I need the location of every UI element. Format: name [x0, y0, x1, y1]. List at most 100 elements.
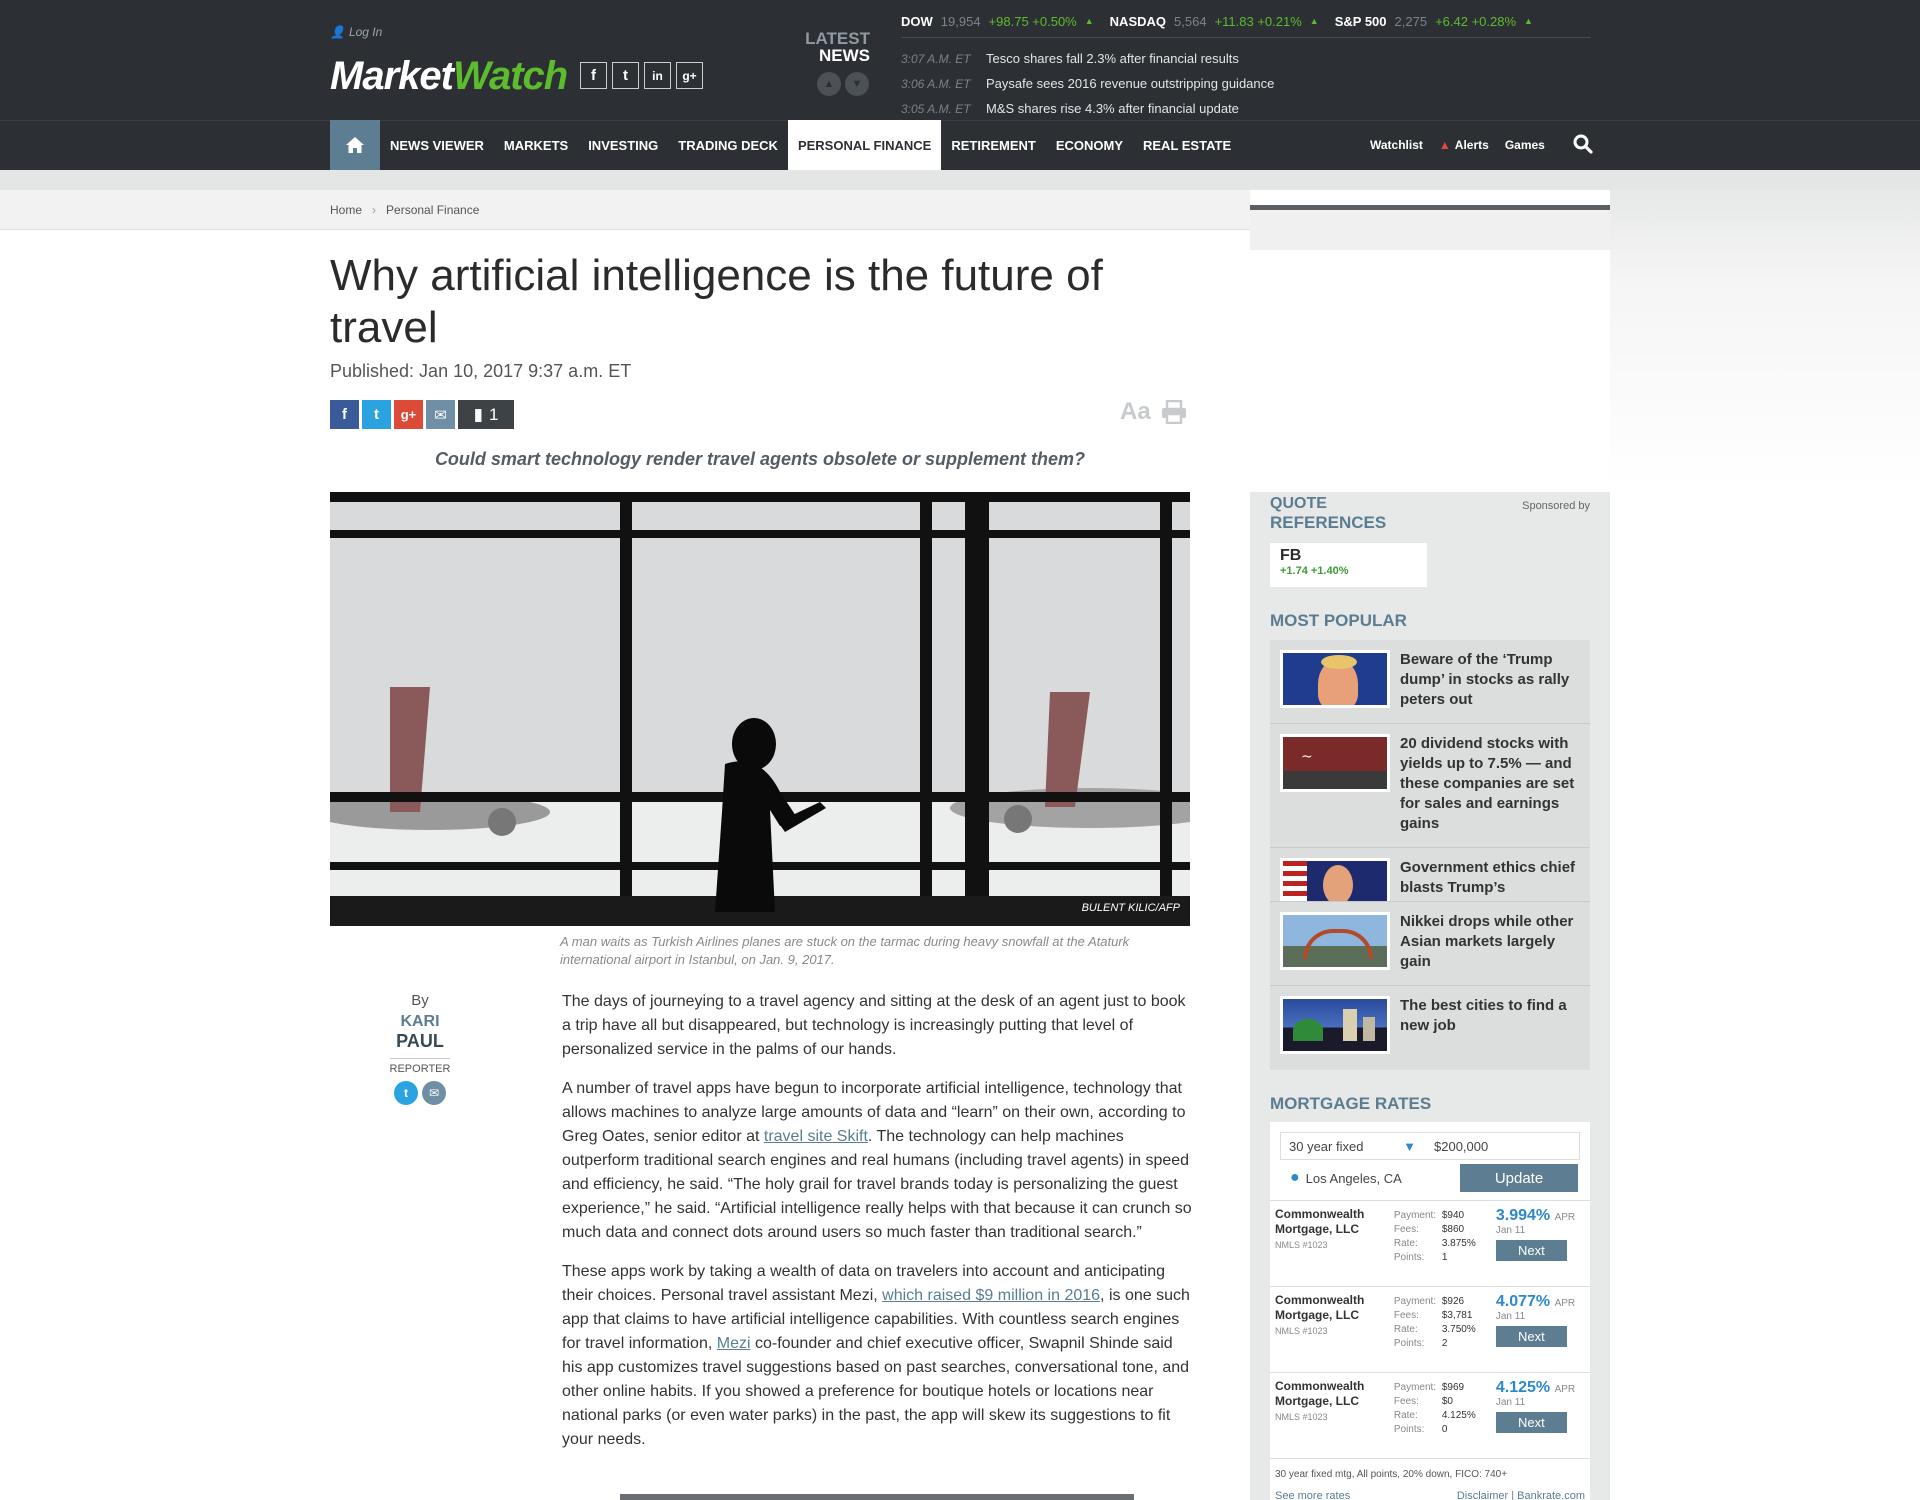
airport-photo [330, 492, 1190, 926]
twitter-share-icon[interactable]: t [362, 400, 391, 429]
next-button[interactable]: Next [1495, 1240, 1567, 1261]
location-input[interactable]: ● Los Angeles, CA [1280, 1169, 1460, 1187]
article-body: The days of journeying to a travel agenc… [562, 990, 1192, 1467]
login-link[interactable]: 👤 Log In [330, 25, 382, 39]
googleplus-share-icon[interactable]: g+ [394, 400, 423, 429]
ticker-divider [901, 37, 1591, 38]
ticker-name[interactable]: NASDAQ [1110, 14, 1166, 29]
popular-item[interactable]: The best cities to find a new job [1270, 986, 1590, 1070]
lender-figures: Payment: $969 Fees: $0 Rate: 4.125% Points:… [1393, 1382, 1476, 1435]
author-contact: t ✉ [370, 1081, 470, 1105]
latest-news-list: 3:07 A.M. ET Tesco shares fall 2.3% afte… [901, 46, 1274, 121]
nav-utilities: Watchlist ▲ Alerts Games [1370, 120, 1593, 170]
home-icon [346, 137, 364, 153]
disclaimer-link[interactable]: Disclaimer | Bankrate.com [1457, 1490, 1585, 1500]
ticker-value: 5,564 [1174, 13, 1207, 29]
funding-link[interactable]: which raised $9 million in 2016 [882, 1287, 1100, 1304]
lender-figures: Payment: $940 Fees: $860 Rate: 3.875% Point… [1393, 1210, 1476, 1263]
news-headline[interactable]: M&S shares rise 4.3% after financial upd… [986, 101, 1239, 116]
author-first-name[interactable]: KARI [370, 1013, 470, 1031]
next-button[interactable]: Next [1495, 1412, 1567, 1433]
next-button[interactable]: Next [1495, 1326, 1567, 1347]
facebook-share-icon[interactable]: f [330, 400, 359, 429]
article-tools: Aa [1120, 398, 1187, 426]
author-last-name[interactable]: PAUL [370, 1031, 470, 1052]
article-title: Why artificial intelligence is the futur… [330, 251, 1103, 352]
ad-shadow [1610, 190, 1920, 490]
news-item[interactable]: 3:07 A.M. ET Tesco shares fall 2.3% afte… [901, 46, 1274, 71]
news-headline[interactable]: Tesco shares fall 2.3% after financial r… [986, 51, 1239, 66]
nav-item-real-estate[interactable]: Real Estate [1133, 120, 1241, 170]
twitter-icon[interactable]: t [612, 62, 639, 89]
quote-card[interactable]: FB +1.74 +1.40% [1270, 543, 1427, 587]
print-icon[interactable] [1161, 400, 1187, 424]
alert-icon: ▲ [1438, 138, 1451, 152]
popular-thumbnail: ~ [1280, 734, 1390, 792]
nav-item-personal-finance[interactable]: Personal Finance [787, 120, 942, 170]
linkedin-icon[interactable]: in [644, 62, 671, 89]
ticker-name[interactable]: DOW [901, 14, 933, 29]
mezi-link[interactable]: Mezi [717, 1335, 751, 1352]
news-item[interactable]: 3:06 A.M. ET Paysafe sees 2016 revenue o… [901, 71, 1274, 96]
lender-name[interactable]: Commonwealth Mortgage, LLC NMLS #1023 [1275, 1293, 1394, 1366]
marketwatch-logo[interactable]: MarketWatch [330, 50, 568, 102]
nav-item-investing[interactable]: Investing [578, 120, 668, 170]
news-item[interactable]: 3:05 A.M. ET M&S shares rise 4.3% after … [901, 96, 1274, 121]
nav-item-news-viewer[interactable]: News Viewer [380, 120, 494, 170]
comments-button[interactable]: ▮ 1 [458, 400, 514, 429]
watchlist-link[interactable]: Watchlist [1370, 138, 1423, 152]
lender-name[interactable]: Commonwealth Mortgage, LLC NMLS #1023 [1275, 1207, 1394, 1280]
ticker-value: 2,275 [1394, 13, 1428, 29]
ticker-value: 19,954 [940, 13, 981, 29]
alerts-link[interactable]: ▲ Alerts [1439, 138, 1489, 152]
loan-type-select[interactable]: 30 year fixed ▼ [1281, 1139, 1426, 1154]
email-share-icon[interactable]: ✉ [426, 400, 455, 429]
header-social-links: f t in g+ [580, 62, 703, 89]
author-byline: By KARI PAUL REPORTER t ✉ [370, 992, 470, 1105]
popular-item[interactable]: Government ethics chief blasts Trump’s [1270, 848, 1590, 902]
popular-thumbnail [1280, 912, 1390, 970]
market-ticker: DOW 19,954 +98.75 +0.50% ▲ NASDAQ 5,564 … [901, 10, 1541, 32]
popular-item[interactable]: Beware of the ‘Trump dump’ in stocks as … [1270, 640, 1590, 724]
chevron-down-icon[interactable]: ▼ [845, 72, 869, 96]
user-icon: 👤 [330, 25, 345, 39]
breadcrumb-section[interactable]: Personal Finance [386, 203, 479, 217]
news-headline[interactable]: Paysafe sees 2016 revenue outstripping g… [986, 76, 1274, 91]
mortgage-form: 30 year fixed ▼ $200,000 ● Los Angeles, … [1270, 1122, 1590, 1201]
popular-item[interactable]: ~ 20 dividend stocks with yields up to 7… [1270, 724, 1590, 848]
nav-item-trading-deck[interactable]: Trading Deck [668, 120, 788, 170]
font-size-icon[interactable]: Aa [1120, 398, 1151, 426]
games-link[interactable]: Games [1505, 138, 1545, 152]
update-button[interactable]: Update [1460, 1164, 1578, 1192]
mortgage-widget: 30 year fixed ▼ $200,000 ● Los Angeles, … [1270, 1122, 1590, 1500]
skift-link[interactable]: travel site Skift [764, 1128, 868, 1145]
breadcrumb: Home › Personal Finance [330, 203, 479, 217]
article-dek: Could smart technology render travel age… [434, 449, 1086, 469]
quote-symbol: FB [1280, 547, 1302, 564]
twitter-icon[interactable]: t [394, 1081, 418, 1105]
arrow-up-icon: ▲ [1309, 16, 1319, 26]
popular-headline: Government ethics chief blasts Trump’s [1400, 859, 1576, 896]
chevron-up-icon[interactable]: ▲ [817, 72, 841, 96]
loan-amount-input[interactable]: $200,000 [1426, 1139, 1488, 1154]
home-button[interactable] [330, 120, 380, 170]
popular-item[interactable]: Nikkei drops while other Asian markets l… [1270, 902, 1590, 986]
most-popular-list: Beware of the ‘Trump dump’ in stocks as … [1270, 640, 1590, 1070]
popular-headline: Nikkei drops while other Asian markets l… [1400, 913, 1574, 970]
nav-item-economy[interactable]: Economy [1046, 120, 1133, 170]
lender-name[interactable]: Commonwealth Mortgage, LLC NMLS #1023 [1275, 1379, 1394, 1452]
nav-item-markets[interactable]: Markets [494, 120, 578, 170]
email-icon[interactable]: ✉ [422, 1081, 446, 1105]
ticker-name[interactable]: S&P 500 [1335, 14, 1387, 29]
breadcrumb-home[interactable]: Home [330, 203, 362, 217]
nav-item-retirement[interactable]: Retirement [941, 120, 1046, 170]
facebook-icon[interactable]: f [580, 62, 607, 89]
lender-figures: Payment: $926 Fees: $3,781 Rate: 3.750% Poi… [1393, 1296, 1476, 1349]
googleplus-icon[interactable]: g+ [676, 62, 703, 89]
search-button[interactable] [1573, 134, 1593, 157]
header-spacer [0, 170, 1920, 190]
search-icon [1573, 134, 1593, 154]
see-more-rates-link[interactable]: See more rates [1275, 1490, 1350, 1500]
quote-change: +1.74 +1.40% [1280, 565, 1349, 577]
lender-date: Jan 11 [1495, 1311, 1526, 1322]
